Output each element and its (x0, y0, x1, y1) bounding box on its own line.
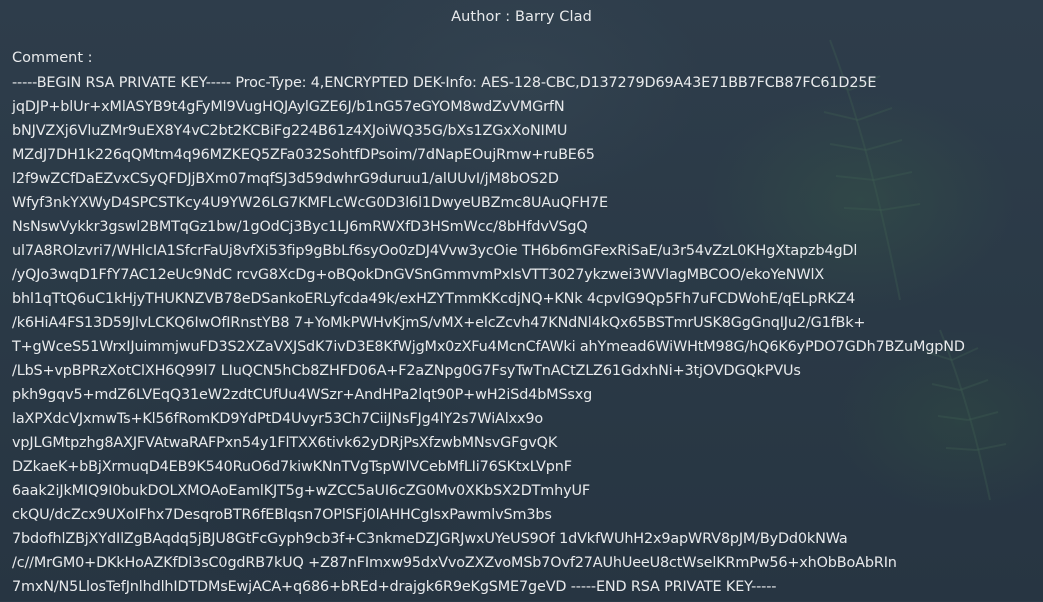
comment-line: ul7A8ROlzvri7/WHlcIA1SfcrFaUj8vfXi53fip9… (12, 243, 858, 259)
author-name: Barry Clad (514, 9, 592, 25)
comment-line: /k6HiA4FS13D59JlvLCKQ6IwOfIRnstYB8 7+YoM… (12, 315, 866, 331)
comment-text: -----BEGIN RSA PRIVATE KEY----- Proc-Typ… (12, 74, 1037, 602)
comment-line: laXPXdcVJxmwTs+Kl56fRomKD9YdPtD4Uvyr53Ch… (12, 411, 543, 427)
comment-line: DZkaeK+bBjXrmuqD4EB9K540RuO6d7kiwKNnTVgT… (12, 459, 572, 475)
comment-line: T+gWceS51WrxIJuimmjwuFD3S2XZaVXJSdK7ivD3… (12, 339, 965, 355)
content-area: Author : Barry Clad Comment : -----BEGIN… (0, 0, 1043, 601)
author-line: Author : Barry Clad (0, 9, 1043, 25)
comment-line: 7mxN/N5LlosTefJnlhdlhIDTDMsEwjACA+q686+b… (12, 579, 777, 595)
comment-line: -----BEGIN RSA PRIVATE KEY----- Proc-Typ… (12, 75, 877, 91)
comment-line: /c//MrGM0+DKkHoAZKfDl3sC0gdRB7kUQ +Z87nF… (12, 555, 897, 571)
comment-line: ckQU/dcZcx9UXoIFhx7DesqroBTR6fEBlqsn7OPl… (12, 507, 552, 523)
comment-line: /LbS+vpBPRzXotClXH6Q99l7 LIuQCN5hCb8ZHFD… (12, 363, 801, 379)
comment-line: bhl1qTtQ6uC1kHjyTHUKNZVB78eDSankoERLyfcd… (12, 291, 856, 307)
comment-line: /yQJo3wqD1FfY7AC12eUc9NdC rcvG8XcDg+oBQo… (12, 267, 825, 283)
author-prefix: Author : (451, 9, 515, 25)
comment-line: bNJVZXj6VluZMr9uEX8Y4vC2bt2KCBiFg224B61z… (12, 123, 568, 139)
comment-line: pkh9gqv5+mdZ6LVEqQ31eW2zdtCUfUu4WSzr+And… (12, 387, 593, 403)
comment-line: NsNswVykkr3gswl2BMTqGz1bw/1gOdCj3Byc1LJ6… (12, 219, 588, 235)
comment-line: jqDJP+blUr+xMlASYB9t4gFyMl9VugHQJAylGZE6… (12, 99, 565, 115)
comment-line: vpJLGMtpzhg8AXJFVAtwaRAFPxn54y1FlTXX6tiv… (12, 435, 558, 451)
comment-line: Wfyf3nkYXWyD4SPCSTKcy4U9YW26LG7KMFLcWcG0… (12, 195, 608, 211)
comment-line: 7bdofhlZBjXYdIlZgBAqdq5jBJU8GtFcGyph9cb3… (12, 531, 848, 547)
comment-line: l2f9wZCfDaEZvxCSyQFDJjBXm07mqfSJ3d59dwhr… (12, 171, 559, 187)
comment-line: 6aak2iJkMIQ9I0bukDOLXMOAoEamlKJT5g+wZCC5… (12, 483, 591, 499)
comment-line: MZdJ7DH1k226qQMtm4q96MZKEQ5ZFa032SohtfDP… (12, 147, 595, 163)
comment-label: Comment : (12, 50, 93, 66)
